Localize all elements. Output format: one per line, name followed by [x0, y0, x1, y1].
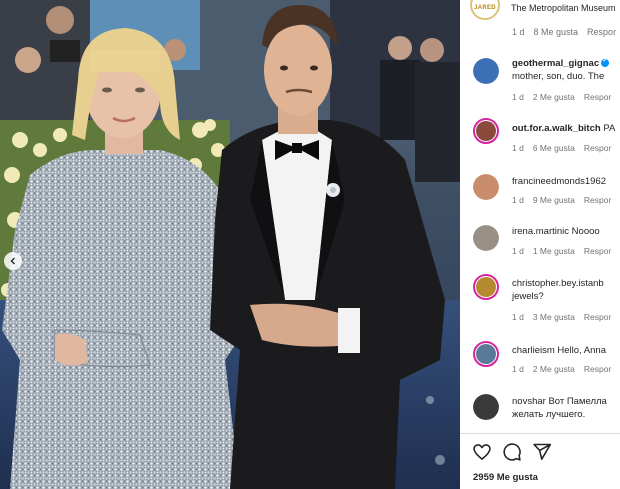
comment-likes[interactable]: 2 Me gusta [533, 92, 575, 102]
comment-item: charlieism Hello, Anna 1 d 2 Me gusta Resp… [460, 336, 620, 382]
comment-text: Noooo [571, 226, 600, 237]
comment-avatar[interactable] [473, 174, 499, 200]
avatar-image [473, 225, 499, 251]
comment-time: 1 d [512, 246, 524, 256]
post-actions [472, 442, 620, 462]
comment-text: Вот Памелла [548, 396, 607, 407]
comment-icon[interactable] [502, 442, 522, 462]
comment-meta: 1 d 1 Me gusta Respor [512, 246, 620, 256]
comment-likes[interactable]: 1 Me gusta [533, 246, 575, 256]
comment-avatar[interactable] [473, 274, 499, 300]
chevron-left-icon [10, 257, 15, 265]
comment-meta: 1 d 6 Me gusta Respor [512, 143, 620, 153]
comment-line: irena.martinic Noooo [512, 226, 600, 237]
comment-username[interactable]: christopher.bey.istanb [512, 278, 604, 289]
comment-line: out.for.a.walk_bitch PA [512, 123, 615, 134]
caption-meta: 1 d 8 Me gusta Respor [512, 27, 620, 37]
comment-username[interactable]: out.for.a.walk_bitch [512, 123, 601, 134]
avatar-image [473, 58, 499, 84]
comment-time: 1 d [512, 364, 524, 374]
heart-icon[interactable] [472, 442, 492, 462]
comment-reply-button[interactable]: Respor [584, 143, 611, 153]
post-photo[interactable] [0, 0, 460, 489]
comment-meta: 1 d 2 Me gusta Respor [512, 364, 620, 374]
comment-line: charlieism Hello, Anna [512, 345, 606, 356]
comment-username[interactable]: irena.martinic [512, 226, 569, 237]
post-caption: The Metropolitan Museum [511, 3, 616, 13]
comment-line: novshar Вот Памелла [512, 396, 607, 407]
comment-username[interactable]: geothermal_gignac [512, 58, 599, 69]
comment-likes[interactable]: 2 Me gusta [533, 364, 575, 374]
comment-time: 1 d [512, 312, 524, 322]
comment-username[interactable]: novshar [512, 396, 546, 407]
comment-meta: 1 d 9 Me gusta Respor [512, 195, 620, 205]
comment-avatar[interactable] [473, 341, 499, 367]
comment-meta: 1 d 3 Me gusta Respor [512, 312, 620, 322]
author-avatar[interactable]: JARED [470, 0, 500, 20]
share-icon[interactable] [532, 442, 552, 462]
comment-reply-button[interactable]: Respor [584, 246, 611, 256]
previous-photo-button[interactable] [4, 252, 22, 270]
comment-reply-button[interactable]: Respor [584, 92, 611, 102]
caption-time: 1 d [512, 27, 525, 37]
avatar-image [476, 277, 496, 297]
comment-reply-button[interactable]: Respor [584, 195, 611, 205]
author-avatar-text: JARED [474, 5, 496, 11]
comment-time: 1 d [512, 143, 524, 153]
comment-likes[interactable]: 9 Me gusta [533, 195, 575, 205]
post-header: JARED The Metropolitan Museum [460, 0, 620, 20]
caption-likes[interactable]: 8 Me gusta [534, 27, 579, 37]
avatar-image [476, 344, 496, 364]
comment-reply-button[interactable]: Respor [584, 364, 611, 374]
comment-text: желать лучшего. [512, 409, 586, 420]
caption-reply-button[interactable]: Respor [587, 27, 616, 37]
comment-username[interactable]: charlieism [512, 345, 555, 356]
comment-item: out.for.a.walk_bitch PA 1 d 6 Me gusta Res… [460, 112, 620, 158]
comment-item: novshar Вот Памелла желать лучшего. [460, 390, 620, 436]
comment-line: geothermal_gignac [512, 57, 610, 69]
comment-avatar[interactable] [473, 118, 499, 144]
comment-line: francineedmonds1962 [512, 176, 606, 187]
comment-text: Hello, Anna [557, 345, 606, 356]
avatar-image [476, 121, 496, 141]
comment-text: mother, son, duo. The [512, 71, 605, 82]
comment-time: 1 d [512, 195, 524, 205]
comment-item: christopher.bey.istanb jewels? 1 d 3 Me g… [460, 272, 620, 322]
comments-panel: JARED The Metropolitan Museum 1 d 8 Me gu… [460, 0, 620, 489]
comment-likes[interactable]: 3 Me gusta [533, 312, 575, 322]
comment-meta: 1 d 2 Me gusta Respor [512, 92, 620, 102]
comment-avatar[interactable] [473, 394, 499, 420]
comment-avatar[interactable] [473, 225, 499, 251]
like-count[interactable]: 2959 Me gusta [473, 472, 538, 483]
comment-text: PA [603, 123, 616, 134]
avatar-image [473, 174, 499, 200]
comment-item: irena.martinic Noooo 1 d 1 Me gusta Respor [460, 215, 620, 261]
verified-icon [601, 57, 610, 67]
comment-text: jewels? [512, 291, 544, 302]
avatar-image [473, 394, 499, 420]
comment-reply-button[interactable]: Respor [584, 312, 611, 322]
photo-illustration [0, 0, 460, 489]
comment-likes[interactable]: 6 Me gusta [533, 143, 575, 153]
comment-line: christopher.bey.istanb [512, 278, 604, 289]
divider [460, 433, 620, 434]
comment-time: 1 d [512, 92, 524, 102]
comment-avatar[interactable] [473, 58, 499, 84]
comment-username[interactable]: francineedmonds1962 [512, 176, 606, 187]
comment-item: geothermal_gignac mother, son, duo. The … [460, 52, 620, 102]
comment-item: francineedmonds1962 1 d 9 Me gusta Respor [460, 164, 620, 210]
